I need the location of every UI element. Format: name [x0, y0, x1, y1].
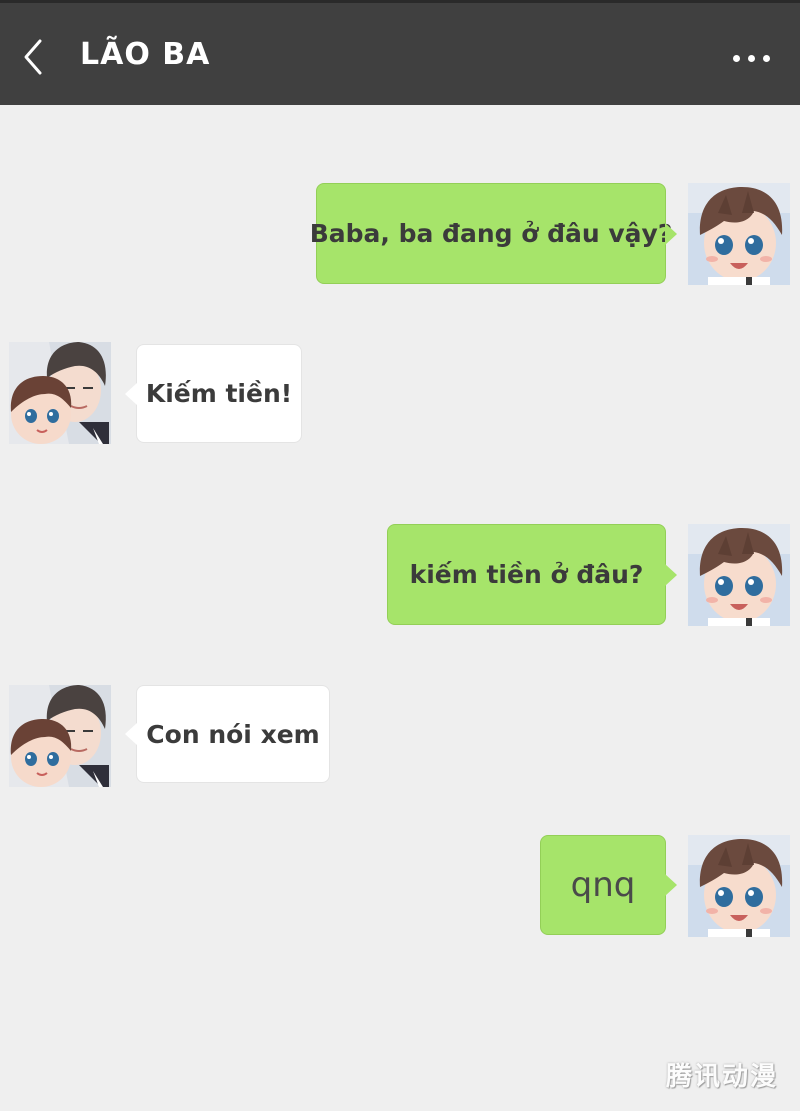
user-avatar[interactable] [688, 524, 790, 626]
message-bubble-sent: qnq [540, 835, 677, 935]
chat-title: LÃO BA [80, 37, 211, 72]
chevron-left-icon [24, 39, 42, 75]
back-button[interactable] [18, 37, 48, 77]
user-avatar[interactable] [688, 835, 790, 937]
contact-avatar[interactable] [9, 685, 111, 787]
message-bubble-sent: Baba, ba đang ở đâu vậy? [310, 183, 677, 284]
message-bubble-received: Con nói xem [125, 685, 330, 783]
message-bubble-sent: kiếm tiền ở đâu? [387, 524, 677, 625]
watermark-logo: 腾讯动漫 [665, 1062, 778, 1092]
contact-avatar[interactable] [9, 342, 111, 444]
user-avatar[interactable] [688, 183, 790, 285]
chat-header: LÃO BA [0, 0, 800, 105]
more-options-button[interactable] [727, 43, 777, 73]
message-bubble-received: Kiếm tiền! [125, 344, 302, 443]
